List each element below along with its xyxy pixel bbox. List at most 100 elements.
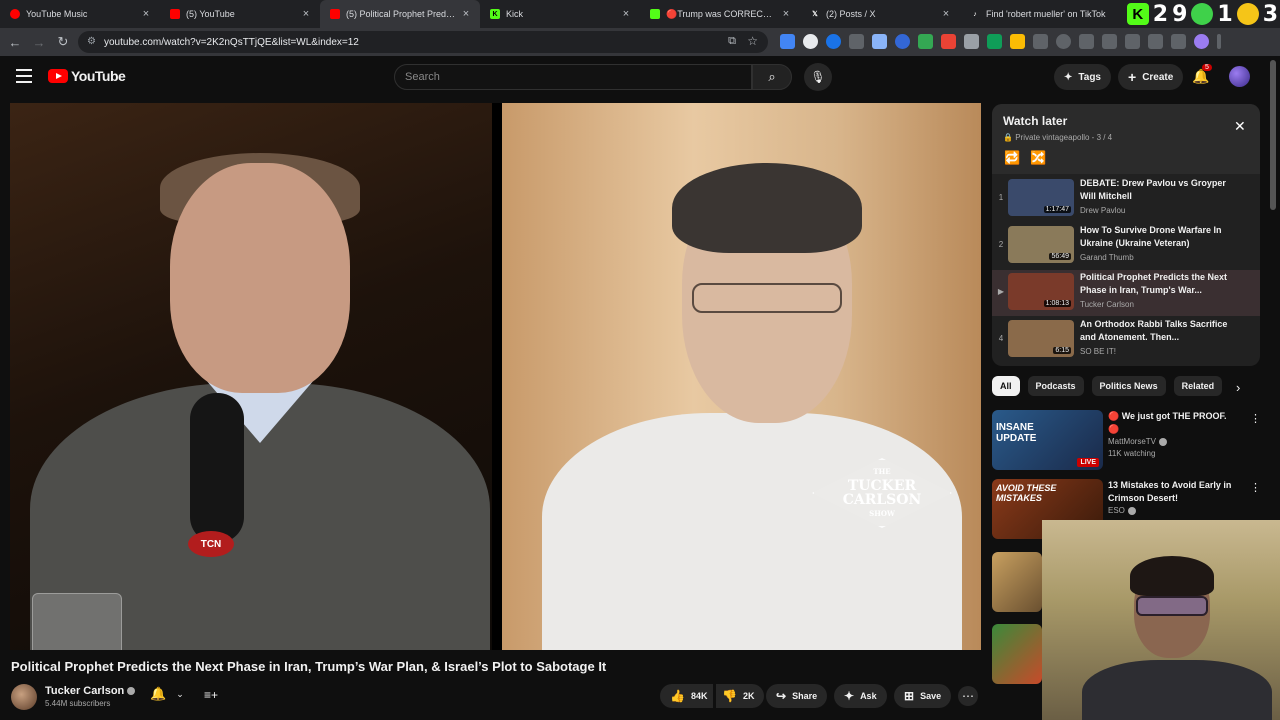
verified-icon	[1159, 437, 1168, 446]
notifications-button[interactable]: 🔔 5	[1192, 64, 1212, 85]
chip-politics-news[interactable]: Politics News	[1091, 376, 1166, 396]
extension-icon[interactable]	[987, 34, 1002, 49]
code-icon[interactable]	[1102, 34, 1117, 49]
extension-icon[interactable]	[941, 34, 956, 49]
chip-podcasts[interactable]: Podcasts	[1027, 376, 1084, 396]
playlist-item-title[interactable]: An Orthodox Rabbi Talks Sacrifice and At…	[1080, 318, 1230, 344]
extension-icon[interactable]	[872, 34, 887, 49]
video-thumbnail[interactable]: 6:15	[1008, 320, 1074, 357]
browser-tab-active[interactable]: (5) Political Prophet Predicts the×	[320, 0, 480, 28]
close-tab-icon[interactable]: ×	[140, 8, 152, 20]
avatar[interactable]	[1229, 66, 1250, 87]
puzzle-icon[interactable]	[1033, 34, 1048, 49]
video-thumbnail[interactable]: INSANE UPDATE LIVE	[992, 410, 1103, 470]
video-thumbnail[interactable]: 1:08:13	[1008, 273, 1074, 310]
playlist-item-title[interactable]: How To Survive Drone Warfare In Ukraine …	[1080, 224, 1230, 250]
sidebar-icon[interactable]	[1125, 34, 1140, 49]
close-tab-icon[interactable]: ×	[940, 8, 952, 20]
chip-related[interactable]: Related	[1173, 376, 1223, 396]
close-tab-icon[interactable]: ×	[620, 8, 632, 20]
close-tab-icon[interactable]: ×	[780, 8, 792, 20]
chip-all[interactable]: All	[992, 376, 1020, 396]
create-button[interactable]: + Create	[1118, 64, 1184, 90]
search-icon: ⌕	[768, 69, 776, 84]
thumbs-up-icon: 👍	[670, 689, 685, 703]
extension-icon[interactable]	[803, 34, 818, 49]
browser-tab[interactable]: 🔴Trump was CORRECT... the E×	[640, 0, 800, 28]
recommendation-item[interactable]: INSANE UPDATE LIVE 🔴 We just got THE PRO…	[992, 410, 1262, 472]
extension-icon[interactable]	[895, 34, 910, 49]
dislike-button[interactable]: 👎 2K	[716, 684, 765, 708]
playlist-item-channel: Garand Thumb	[1080, 253, 1134, 262]
profile-icon[interactable]	[1194, 34, 1209, 49]
browser-tab[interactable]: ♪ Find 'robert mueller' on TikTok	[960, 0, 1120, 28]
close-tab-icon[interactable]: ×	[460, 8, 472, 20]
browser-tab[interactable]: YouTube Music ×	[0, 0, 160, 28]
ask-button[interactable]: ✦ Ask	[834, 684, 887, 708]
site-info-icon[interactable]: ⚙	[87, 36, 96, 47]
extension-icon[interactable]	[780, 34, 795, 49]
recommendation-meta: 11K watching	[1108, 449, 1156, 458]
channel-name[interactable]: Tucker Carlson	[45, 685, 136, 697]
playlist-item-title[interactable]: DEBATE: Drew Pavlou vs Groyper Will Mitc…	[1080, 177, 1230, 203]
add-to-queue-icon[interactable]: ≡+	[204, 688, 218, 702]
share-button[interactable]: ↪ Share	[766, 684, 828, 708]
playlist-item-title[interactable]: Political Prophet Predicts the Next Phas…	[1080, 271, 1230, 297]
more-vert-icon[interactable]: ⋮	[1250, 481, 1261, 494]
menu-icon[interactable]	[16, 69, 32, 87]
video-thumbnail[interactable]: 1:17:47	[1008, 179, 1074, 216]
wand-icon: ✦	[1064, 71, 1073, 83]
extension-icon[interactable]	[964, 34, 979, 49]
watch-later-panel: Watch later 🔒 Private vintageapollo - 3 …	[992, 104, 1260, 366]
install-icon[interactable]: ⧉	[728, 35, 736, 48]
subscription-bell-button[interactable]: 🔔 ⌄	[150, 686, 184, 702]
playlist-item[interactable]: 1 1:17:47 DEBATE: Drew Pavlou vs Groyper…	[992, 176, 1260, 222]
recommendation-title[interactable]: 13 Mistakes to Avoid Early in Crimson De…	[1108, 479, 1238, 505]
playlist-item-current[interactable]: ▶ 1:08:13 Political Prophet Predicts the…	[992, 270, 1260, 316]
webcam-overlay	[1042, 520, 1280, 720]
video-thumbnail[interactable]: 56:49	[1008, 226, 1074, 263]
browser-tab[interactable]: (5) YouTube ×	[160, 0, 320, 28]
tags-button[interactable]: ✦ Tags	[1054, 64, 1111, 90]
browser-tab[interactable]: K Kick ×	[480, 0, 640, 28]
playlist-title[interactable]: Watch later	[1003, 114, 1067, 128]
close-tab-icon[interactable]: ×	[300, 8, 312, 20]
forward-icon[interactable]: →	[27, 35, 51, 50]
history-icon[interactable]	[1056, 34, 1071, 49]
like-button[interactable]: 👍 84K	[660, 684, 714, 708]
menu-icon[interactable]	[1217, 34, 1221, 49]
page-scrollbar[interactable]	[1270, 60, 1276, 210]
back-icon[interactable]: ←	[3, 35, 27, 50]
bookmark-star-icon[interactable]: ☆	[747, 34, 758, 48]
play-icon	[1191, 3, 1214, 25]
search-input[interactable]: Search	[394, 64, 752, 90]
youtube-logo[interactable]: YouTube	[48, 68, 126, 84]
extension-icon[interactable]	[1010, 34, 1025, 49]
voice-search-button[interactable]: 🎙	[804, 63, 832, 91]
video-player[interactable]: TCN	[10, 103, 981, 650]
playlist-item[interactable]: 4 6:15 An Orthodox Rabbi Talks Sacrifice…	[992, 317, 1260, 363]
extension-icon[interactable]	[826, 34, 841, 49]
extension-icon[interactable]	[1148, 34, 1163, 49]
search-button[interactable]: ⌕	[752, 64, 792, 90]
youtube-icon	[170, 9, 180, 19]
extension-icon[interactable]	[1171, 34, 1186, 49]
reload-icon[interactable]: ↻	[51, 34, 75, 50]
extension-icon[interactable]	[849, 34, 864, 49]
more-vert-icon[interactable]: ⋮	[1250, 412, 1261, 425]
save-button[interactable]: ⊞ Save	[894, 684, 952, 708]
channel-avatar[interactable]	[11, 684, 37, 710]
more-actions-icon[interactable]: ⋯	[958, 686, 978, 706]
shuffle-icon[interactable]: 🔀	[1030, 150, 1046, 166]
video-thumbnail[interactable]	[992, 624, 1042, 684]
close-icon[interactable]: ✕	[1234, 118, 1246, 135]
browser-tab[interactable]: 𝕏 (2) Posts / X ×	[800, 0, 960, 28]
video-thumbnail[interactable]	[992, 552, 1042, 612]
loop-icon[interactable]: 🔁	[1004, 150, 1020, 166]
extension-icon[interactable]	[1079, 34, 1094, 49]
playlist-item[interactable]: 2 56:49 How To Survive Drone Warfare In …	[992, 223, 1260, 269]
extension-icon[interactable]	[918, 34, 933, 49]
url-field[interactable]: ⚙ youtube.com/watch?v=2K2nQsTTjQE&list=W…	[78, 31, 768, 53]
chevron-right-icon[interactable]: ›	[1236, 380, 1240, 395]
recommendation-title[interactable]: 🔴 We just got THE PROOF. 🔴	[1108, 410, 1238, 436]
